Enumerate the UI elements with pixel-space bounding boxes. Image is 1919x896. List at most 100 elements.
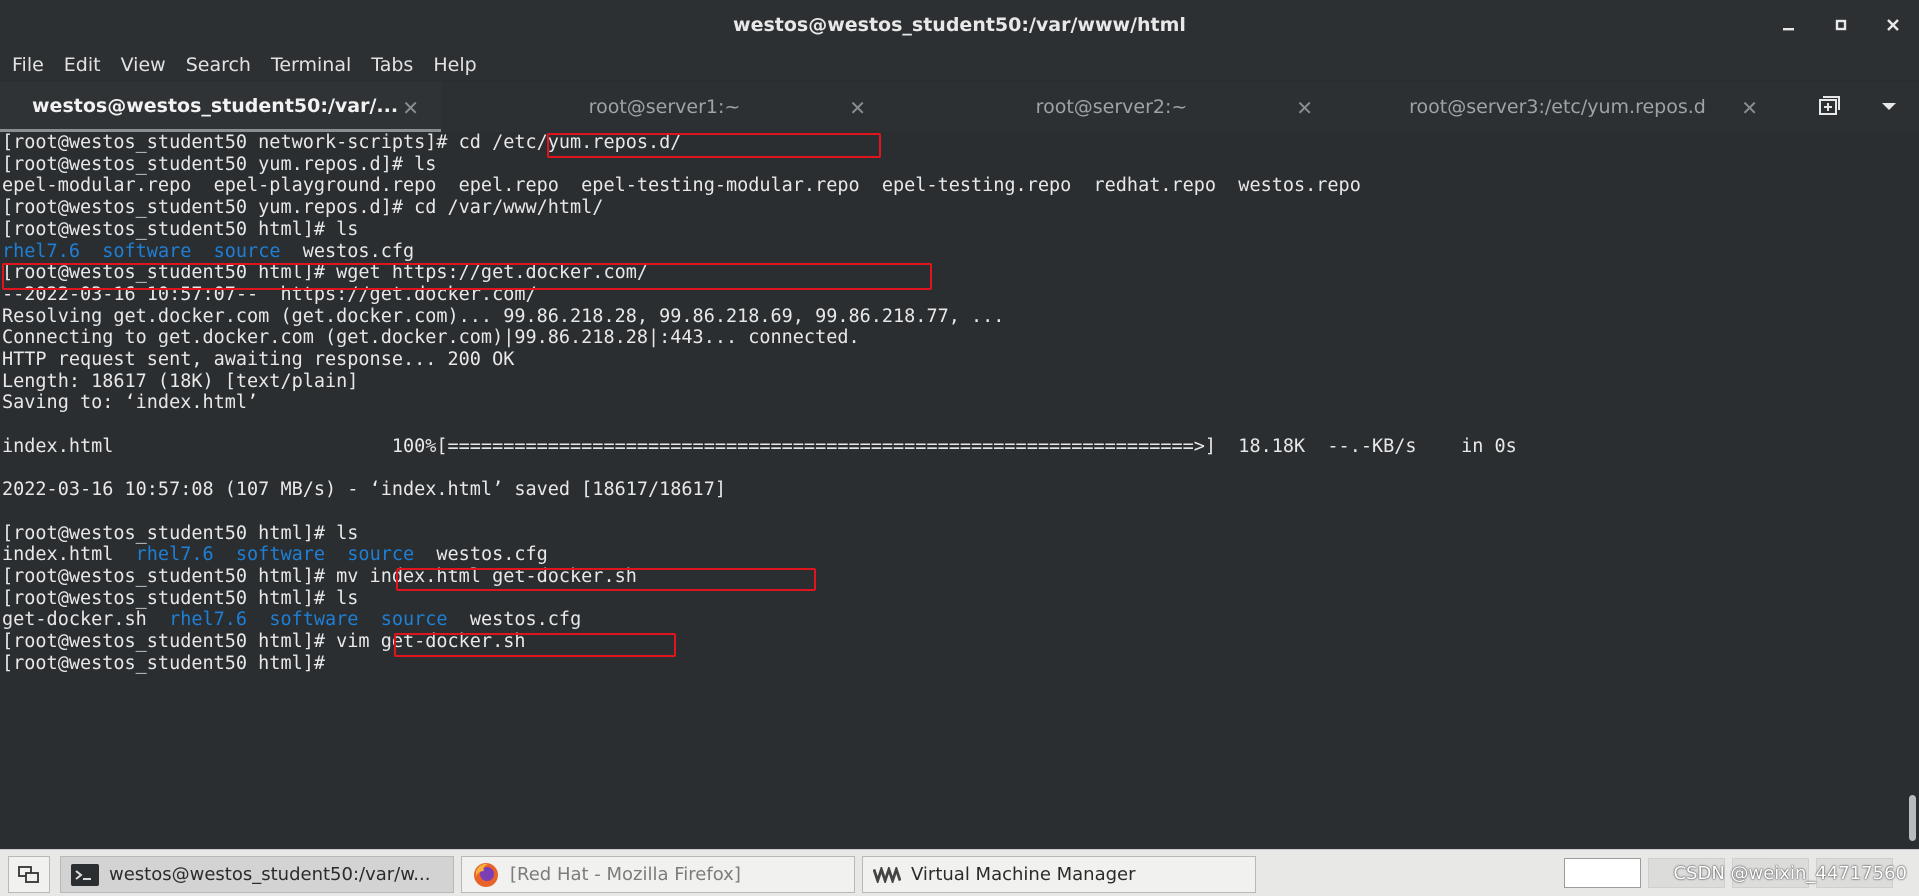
maximize-icon[interactable] bbox=[1815, 0, 1867, 50]
terminal-line: 2022-03-16 10:57:08 (107 MB/s) - ‘index.… bbox=[2, 479, 726, 501]
terminal-text: epel-modular.repo epel-playground.repo e… bbox=[2, 175, 1361, 197]
directory-name: source bbox=[213, 240, 281, 262]
tab-label: westos@westos_student50:/var/... bbox=[32, 94, 399, 117]
watermark: CSDN @weixin_44717560 bbox=[1673, 863, 1907, 884]
tab-bar: westos@westos_student50:/var/... ✕ root@… bbox=[0, 82, 1919, 132]
virt-manager-icon bbox=[873, 863, 901, 887]
terminal-text: [root@westos_student50 html]# bbox=[2, 652, 337, 674]
highlight-box-wget bbox=[2, 263, 932, 290]
terminal-text: get-docker.sh bbox=[2, 609, 170, 631]
tab-server3[interactable]: root@server3:/etc/yum.repos.d ✕ bbox=[1335, 82, 1780, 132]
taskbar-item-label: [Red Hat - Mozilla Firefox] bbox=[510, 864, 741, 885]
taskbar-item-label: westos@westos_student50:/var/w... bbox=[109, 864, 431, 885]
tab-server2[interactable]: root@server2:~ ✕ bbox=[888, 82, 1335, 132]
highlight-box-vim bbox=[394, 633, 676, 657]
terminal-text: westos.cfg bbox=[447, 609, 582, 631]
terminal-area[interactable]: [root@westos_student50 network-scripts]#… bbox=[0, 132, 1919, 849]
taskbar-item-virt-manager[interactable]: Virtual Machine Manager bbox=[862, 856, 1256, 893]
terminal-text: [root@westos_student50 html]# ls bbox=[2, 522, 359, 544]
new-tab-icon[interactable] bbox=[1799, 82, 1859, 132]
terminal-text: Resolving get.docker.com (get.docker.com… bbox=[2, 305, 1005, 327]
menu-file[interactable]: File bbox=[2, 54, 54, 76]
directory-name: software bbox=[235, 544, 326, 566]
terminal-text: Saving to: ‘index.html’ bbox=[2, 392, 259, 414]
close-icon[interactable]: ✕ bbox=[402, 96, 419, 120]
terminal-icon bbox=[71, 863, 99, 887]
directory-name: software bbox=[102, 240, 192, 262]
tab-label: root@server1:~ bbox=[588, 96, 741, 118]
title-bar: westos@westos_student50:/var/www/html bbox=[0, 0, 1919, 50]
terminal-text: 2022-03-16 10:57:08 (107 MB/s) - ‘index.… bbox=[2, 479, 726, 501]
terminal-line: [root@westos_student50 html]# ls bbox=[2, 588, 358, 610]
directory-name: software bbox=[269, 609, 359, 631]
terminal-line: HTTP request sent, awaiting response... … bbox=[2, 349, 514, 371]
terminal-line: Saving to: ‘index.html’ bbox=[2, 392, 258, 414]
menu-terminal[interactable]: Terminal bbox=[261, 54, 361, 76]
tab-label: root@server2:~ bbox=[1035, 96, 1188, 118]
terminal-text: [root@westos_student50 yum.repos.d]# cd … bbox=[2, 197, 604, 219]
menu-help[interactable]: Help bbox=[423, 54, 486, 76]
window-controls bbox=[1763, 0, 1919, 50]
tab-label: root@server3:/etc/yum.repos.d bbox=[1409, 96, 1706, 118]
terminal-text: HTTP request sent, awaiting response... … bbox=[2, 349, 515, 370]
close-icon[interactable]: ✕ bbox=[849, 96, 866, 120]
terminal-line: Resolving get.docker.com (get.docker.com… bbox=[2, 306, 1004, 328]
terminal-line: [root@westos_student50 html]# bbox=[2, 653, 336, 675]
window-title: westos@westos_student50:/var/www/html bbox=[733, 14, 1186, 36]
tab-westos-student50[interactable]: westos@westos_student50:/var/... ✕ bbox=[0, 82, 441, 132]
taskbar-item-terminal[interactable]: westos@westos_student50:/var/w... bbox=[60, 856, 454, 893]
menu-view[interactable]: View bbox=[111, 54, 176, 76]
terminal-text: [root@westos_student50 html]# ls bbox=[2, 218, 359, 240]
tab-tools bbox=[1799, 82, 1919, 132]
menu-search[interactable]: Search bbox=[176, 54, 261, 76]
terminal-line: rhel7.6 software source westos.cfg bbox=[2, 241, 414, 263]
directory-name: rhel7.6 bbox=[2, 240, 80, 262]
tab-server1[interactable]: root@server1:~ ✕ bbox=[441, 82, 888, 132]
terminal-text: index.html bbox=[2, 544, 136, 566]
chevron-down-icon[interactable] bbox=[1859, 82, 1919, 132]
terminal-text: index.html 100%[========================… bbox=[2, 435, 1517, 457]
terminal-text: Connecting to get.docker.com (get.docker… bbox=[2, 327, 860, 349]
terminal-text: westos.cfg bbox=[414, 544, 548, 566]
terminal-output: [root@westos_student50 network-scripts]#… bbox=[2, 132, 1902, 849]
show-desktop-icon[interactable] bbox=[8, 856, 50, 893]
directory-name: rhel7.6 bbox=[135, 544, 214, 566]
terminal-text: [root@westos_student50 yum.repos.d]# ls bbox=[2, 153, 437, 175]
taskbar-item-label: Virtual Machine Manager bbox=[911, 864, 1136, 885]
terminal-line: [root@westos_student50 html]# ls bbox=[2, 219, 358, 241]
menu-edit[interactable]: Edit bbox=[54, 54, 111, 76]
terminal-line: Connecting to get.docker.com (get.docker… bbox=[2, 327, 860, 349]
terminal-line: Length: 18617 (18K) [text/plain] bbox=[2, 371, 358, 393]
terminal-line: index.html rhel7.6 software source westo… bbox=[2, 544, 548, 566]
menu-bar: File Edit View Search Terminal Tabs Help bbox=[0, 50, 1919, 80]
directory-name: rhel7.6 bbox=[169, 609, 248, 631]
terminal-line: get-docker.sh rhel7.6 software source we… bbox=[2, 609, 581, 631]
menu-tabs[interactable]: Tabs bbox=[361, 54, 423, 76]
workspace-switcher-1[interactable] bbox=[1564, 858, 1641, 888]
directory-name: source bbox=[380, 609, 448, 631]
terminal-text: westos.cfg bbox=[280, 240, 415, 262]
minimize-icon[interactable] bbox=[1763, 0, 1815, 50]
terminal-text: Length: 18617 (18K) [text/plain] bbox=[2, 370, 359, 392]
close-icon[interactable] bbox=[1867, 0, 1919, 50]
scrollbar-thumb[interactable] bbox=[1909, 795, 1916, 841]
taskbar: westos@westos_student50:/var/w... [Red H… bbox=[0, 849, 1919, 896]
directory-name: source bbox=[347, 544, 415, 566]
firefox-icon bbox=[472, 862, 500, 887]
terminal-line: epel-modular.repo epel-playground.repo e… bbox=[2, 175, 1361, 197]
terminal-scrollbar[interactable] bbox=[1905, 132, 1919, 849]
highlight-box-mv bbox=[396, 568, 816, 591]
terminal-text: [root@westos_student50 html]# ls bbox=[2, 587, 359, 609]
terminal-line: index.html 100%[========================… bbox=[2, 436, 1517, 458]
highlight-box-cd bbox=[547, 133, 881, 158]
taskbar-item-firefox[interactable]: [Red Hat - Mozilla Firefox] bbox=[461, 856, 855, 893]
close-icon[interactable]: ✕ bbox=[1741, 96, 1758, 120]
terminal-line: [root@westos_student50 html]# ls bbox=[2, 523, 358, 545]
close-icon[interactable]: ✕ bbox=[1296, 96, 1313, 120]
